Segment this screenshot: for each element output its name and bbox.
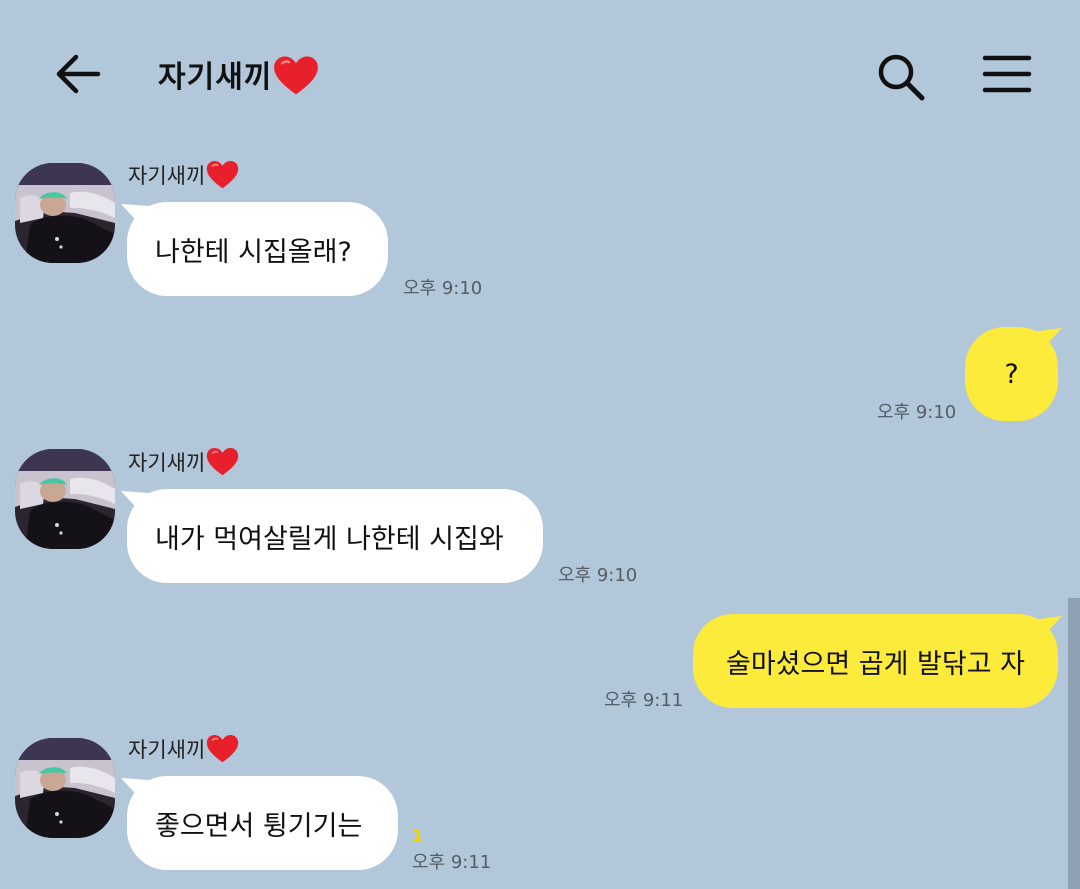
message-time: 오후 9:10 bbox=[558, 565, 638, 586]
scrollbar[interactable] bbox=[1068, 598, 1080, 889]
sender-name-text: 자기새끼 bbox=[128, 451, 206, 475]
profile-photo bbox=[15, 449, 115, 549]
message-bubble-incoming[interactable]: 좋으면서 튕기기는 bbox=[127, 776, 398, 870]
menu-button[interactable] bbox=[980, 50, 1034, 98]
sender-name: 자기새끼 bbox=[128, 447, 239, 477]
arrow-left-icon bbox=[56, 54, 101, 94]
message-bubble-outgoing[interactable]: 술마셨으면 곱게 발닦고 자 bbox=[693, 614, 1058, 708]
search-icon bbox=[878, 54, 925, 101]
chat-header: 자기새끼 bbox=[0, 0, 1080, 150]
message-text: ? bbox=[1004, 358, 1019, 390]
heart-icon bbox=[206, 160, 239, 190]
profile-photo bbox=[15, 163, 115, 263]
message-time: 오후 9:11 bbox=[604, 690, 684, 711]
message-text: 내가 먹여살릴게 나한테 시집와 bbox=[155, 523, 504, 555]
message-text: 나한테 시집올래? bbox=[155, 236, 352, 268]
message-time: 오후 9:10 bbox=[877, 402, 957, 423]
chat-title-text: 자기새끼 bbox=[158, 60, 273, 95]
message-bubble-outgoing[interactable]: ? bbox=[965, 327, 1058, 421]
search-button[interactable] bbox=[872, 50, 930, 102]
sender-avatar[interactable] bbox=[15, 163, 115, 263]
sender-avatar[interactable] bbox=[15, 738, 115, 838]
sender-name: 자기새끼 bbox=[128, 160, 239, 190]
profile-photo bbox=[15, 738, 115, 838]
message-bubble-incoming[interactable]: 나한테 시집올래? bbox=[127, 202, 388, 296]
message-text: 좋으면서 튕기기는 bbox=[155, 810, 363, 842]
heart-icon bbox=[206, 734, 239, 764]
heart-icon bbox=[206, 447, 239, 477]
message-text: 술마셨으면 곱게 발닦고 자 bbox=[726, 648, 1025, 680]
hamburger-menu-icon bbox=[982, 55, 1032, 93]
message-time: 오후 9:11 bbox=[412, 852, 492, 873]
sender-avatar[interactable] bbox=[15, 449, 115, 549]
sender-name-text: 자기새끼 bbox=[128, 738, 206, 762]
sender-name-text: 자기새끼 bbox=[128, 164, 206, 188]
unread-count: 1 bbox=[412, 826, 424, 845]
sender-name: 자기새끼 bbox=[128, 734, 239, 764]
heart-icon bbox=[273, 55, 319, 97]
message-time: 오후 9:10 bbox=[403, 278, 483, 299]
back-button[interactable] bbox=[50, 48, 106, 100]
message-bubble-incoming[interactable]: 내가 먹여살릴게 나한테 시집와 bbox=[127, 489, 543, 583]
chat-title: 자기새끼 bbox=[158, 50, 319, 98]
